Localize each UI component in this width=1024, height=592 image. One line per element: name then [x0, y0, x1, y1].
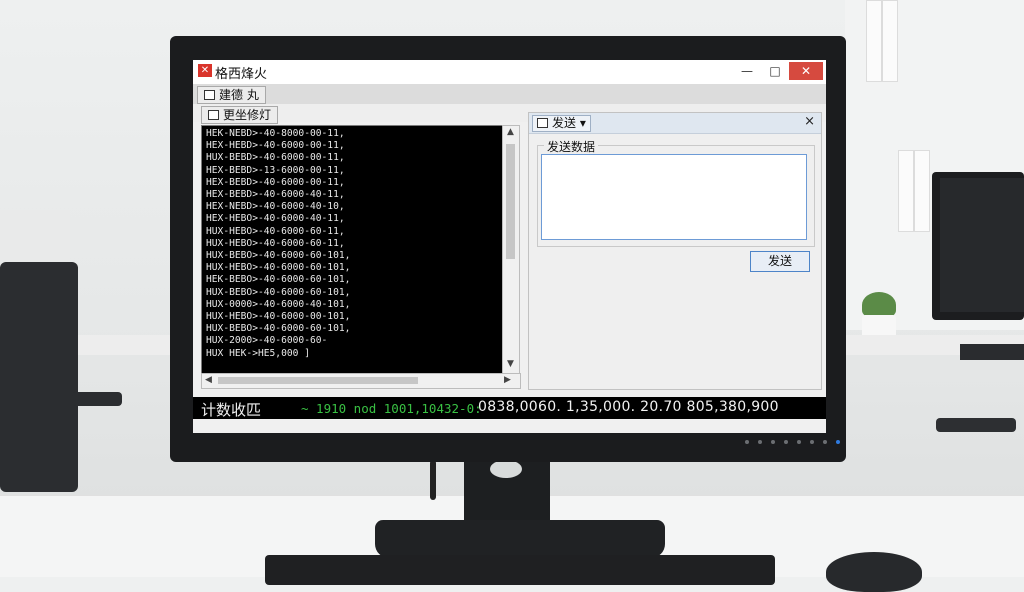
- monitor-button[interactable]: [810, 440, 814, 444]
- status-green-readout: ~ 1910 nod 1001,10432-0:: [301, 401, 482, 416]
- toolbar-button-1-label: 建德 丸: [219, 88, 259, 102]
- monitor-stand-hole: [490, 460, 522, 478]
- terminal-line: HUX-BEBO>-40-6000-60-101,: [206, 286, 351, 298]
- terminal-line: HEX-BEBD>-40-6000-40-11,: [206, 189, 345, 201]
- background-monitor-screen: [940, 178, 1024, 312]
- maximize-button[interactable]: □: [761, 62, 789, 80]
- send-panel: 发送 ▾ × 发送数据 发送: [528, 112, 822, 390]
- monitor-buttons: [745, 440, 840, 444]
- app-logo-icon: ✕: [198, 64, 212, 77]
- monitor-button[interactable]: [823, 440, 827, 444]
- background-binder: [866, 0, 882, 82]
- terminal-line: HEX-HEBD>-40-6000-00-11,: [206, 140, 345, 152]
- terminal-line: HUX-HEBO>-40-6000-60-101,: [206, 262, 351, 274]
- terminal-line: HEX-BEBD>-13-6000-00-11,: [206, 164, 345, 176]
- background-chair-right: [936, 418, 1016, 432]
- send-data-group: 发送数据: [537, 138, 815, 247]
- terminal-line: HUX HEK->HE5,000 ]: [206, 347, 310, 359]
- title-bar: ✕ 格西烽火 — □ ✕: [193, 60, 826, 85]
- send-panel-tab[interactable]: 发送 ▾: [532, 115, 591, 132]
- toolbar-button-2-label: 更坐修灯: [223, 108, 272, 122]
- scroll-left-arrow-icon[interactable]: ◀: [205, 375, 212, 385]
- receive-terminal[interactable]: HEK-NEBD>-40-8000-00-11, HEX-HEBD>-40-600…: [201, 125, 503, 374]
- send-panel-tab-label: 发送: [552, 116, 577, 130]
- mouse: [826, 552, 922, 592]
- panel-close-icon[interactable]: ×: [804, 114, 815, 129]
- close-button[interactable]: ✕: [789, 62, 823, 80]
- terminal-line: HUX-0000>-40-6000-40-101,: [206, 298, 351, 310]
- terminal-line: HUX-BEBD>-40-6000-00-11,: [206, 152, 345, 164]
- checkbox-icon: [208, 110, 219, 120]
- background-monitor-stand: [960, 344, 1024, 360]
- terminal-line: HEK-NEBD>-40-8000-00-11,: [206, 128, 345, 139]
- status-bar: 计数收匹 ~ 1910 nod 1001,10432-0: 0838,0060.…: [193, 397, 826, 419]
- terminal-line: HUX-HEBO>-40-6000-00-101,: [206, 311, 351, 323]
- background-chair-arm: [72, 392, 122, 406]
- send-data-group-label: 发送数据: [544, 138, 599, 155]
- minimize-button[interactable]: —: [733, 62, 761, 80]
- terminal-line: HEX-NEBD>-40-6000-40-10,: [206, 201, 345, 213]
- monitor-stand-base: [375, 520, 665, 558]
- send-panel-header: 发送 ▾ ×: [529, 113, 821, 134]
- monitor-button[interactable]: [784, 440, 788, 444]
- horizontal-scroll-thumb[interactable]: [218, 377, 418, 384]
- toolbar-button-2[interactable]: 更坐修灯: [201, 106, 279, 124]
- monitor-button[interactable]: [771, 440, 775, 444]
- background-binder: [882, 0, 898, 82]
- terminal-line: HUX-BEBO>-40-6000-60-101,: [206, 250, 351, 262]
- monitor-button[interactable]: [745, 440, 749, 444]
- window-title: 格西烽火: [215, 67, 268, 82]
- vertical-scrollbar[interactable]: ▲ ▼: [502, 125, 520, 374]
- toolbar-button-1[interactable]: 建德 丸: [197, 86, 266, 104]
- background-binder: [898, 150, 914, 232]
- status-white-readout: 0838,0060. 1,35,000. 20.70 805,380,900: [478, 399, 779, 415]
- terminal-line: HUX-HEBO>-40-6000-60-11,: [206, 237, 345, 249]
- terminal-line: HEX-BEBD>-40-6000-00-11,: [206, 176, 345, 188]
- terminal-line: HUX-2000>-40-6000-60-: [206, 335, 328, 347]
- scroll-down-arrow-icon[interactable]: ▼: [507, 359, 514, 369]
- terminal-line: HEK-BEBO>-40-6000-60-101,: [206, 274, 351, 286]
- send-button[interactable]: 发送: [750, 251, 810, 272]
- monitor-button[interactable]: [758, 440, 762, 444]
- monitor-cable: [430, 460, 436, 500]
- checkbox-icon: [537, 118, 548, 128]
- background-binder: [914, 150, 930, 232]
- checkbox-icon: [204, 90, 215, 100]
- app-window: ✕ 格西烽火 — □ ✕ 建德 丸 更坐修灯 HEK-NEBD>-40-8000…: [193, 60, 826, 433]
- background-binders-left: [0, 210, 70, 270]
- vertical-scroll-thumb[interactable]: [506, 144, 515, 259]
- power-led-icon[interactable]: [836, 440, 840, 444]
- horizontal-scrollbar[interactable]: ◀ ▶: [201, 373, 521, 389]
- status-count-label: 计数收匹: [201, 401, 262, 419]
- scroll-up-arrow-icon[interactable]: ▲: [507, 127, 514, 137]
- background-chair: [0, 262, 78, 492]
- terminal-line: HUX-HEBO>-40-6000-60-11,: [206, 225, 345, 237]
- send-data-input[interactable]: [541, 154, 807, 240]
- toolbar-row-1: 建德 丸: [193, 84, 826, 104]
- terminal-line: HEX-HEBO>-40-6000-40-11,: [206, 213, 345, 225]
- terminal-line: HUX-BEBO>-40-6000-60-101,: [206, 323, 351, 335]
- scroll-right-arrow-icon[interactable]: ▶: [504, 375, 511, 385]
- monitor-button[interactable]: [797, 440, 801, 444]
- terminal-lines: HEK-NEBD>-40-8000-00-11, HEX-HEBD>-40-600…: [206, 128, 496, 360]
- keyboard: [265, 555, 775, 585]
